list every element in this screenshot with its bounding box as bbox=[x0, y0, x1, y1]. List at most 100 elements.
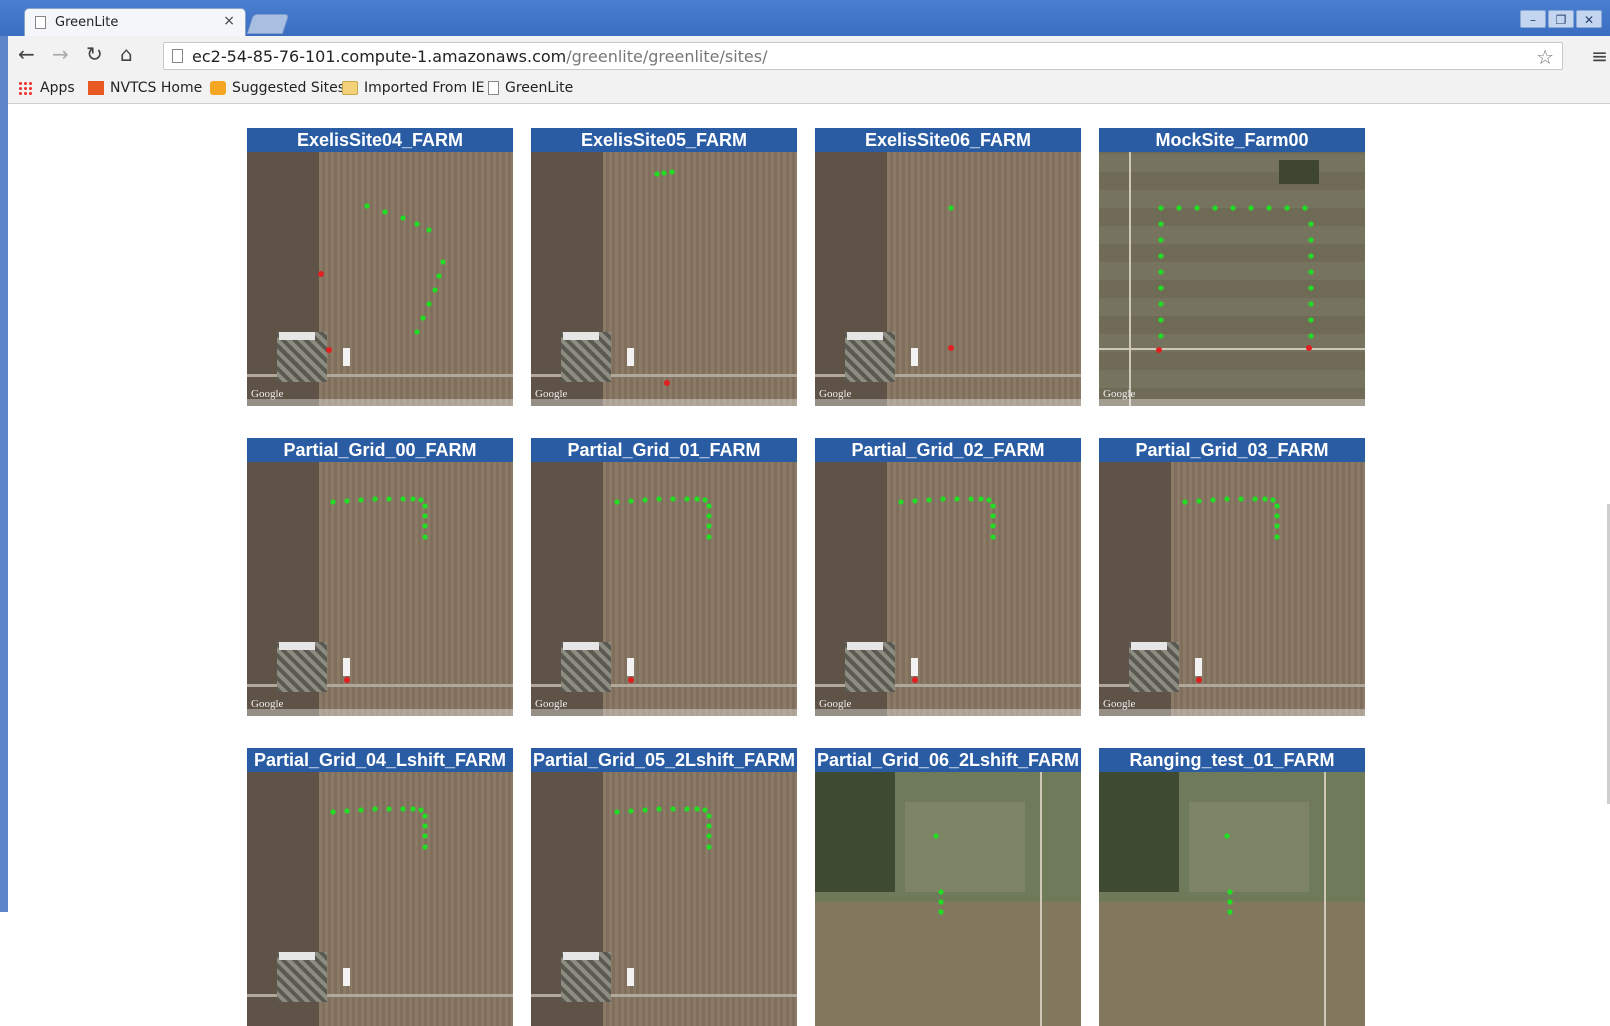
sensor-marker[interactable] bbox=[400, 215, 406, 221]
sensor-marker[interactable] bbox=[418, 807, 424, 813]
sensor-marker[interactable] bbox=[706, 523, 712, 529]
sensor-marker[interactable] bbox=[422, 833, 428, 839]
sensor-marker[interactable] bbox=[344, 498, 350, 504]
satellite-map[interactable] bbox=[1099, 772, 1365, 1026]
sensor-marker[interactable] bbox=[432, 287, 438, 293]
sensor-marker[interactable] bbox=[706, 813, 712, 819]
sensor-marker[interactable] bbox=[422, 844, 428, 850]
sensor-marker[interactable] bbox=[1158, 237, 1164, 243]
sensor-marker[interactable] bbox=[1194, 205, 1200, 211]
sensor-marker[interactable] bbox=[1248, 205, 1254, 211]
sensor-marker[interactable] bbox=[990, 513, 996, 519]
base-station-marker[interactable] bbox=[344, 677, 350, 683]
site-card[interactable]: ExelisSite06_FARM Google bbox=[815, 128, 1081, 406]
sensor-marker[interactable] bbox=[912, 498, 918, 504]
sensor-marker[interactable] bbox=[1302, 205, 1308, 211]
site-card[interactable]: Partial_Grid_05_2Lshift_FARM bbox=[531, 748, 797, 1026]
satellite-map[interactable] bbox=[247, 772, 513, 1026]
sensor-marker[interactable] bbox=[1274, 503, 1280, 509]
sensor-marker[interactable] bbox=[656, 496, 662, 502]
site-title[interactable]: Partial_Grid_01_FARM bbox=[531, 438, 797, 462]
sensor-marker[interactable] bbox=[364, 203, 370, 209]
sensor-marker[interactable] bbox=[628, 808, 634, 814]
satellite-map[interactable]: Google bbox=[247, 462, 513, 716]
site-title[interactable]: Partial_Grid_04_Lshift_FARM bbox=[247, 748, 513, 772]
sensor-marker[interactable] bbox=[422, 513, 428, 519]
sensor-marker[interactable] bbox=[1227, 909, 1233, 915]
sensor-marker[interactable] bbox=[1308, 301, 1314, 307]
satellite-map[interactable]: Google bbox=[531, 462, 797, 716]
base-station-marker[interactable] bbox=[1306, 345, 1312, 351]
sensor-marker[interactable] bbox=[358, 807, 364, 813]
site-title[interactable]: ExelisSite05_FARM bbox=[531, 128, 797, 152]
site-card[interactable]: Partial_Grid_00_FARM Google bbox=[247, 438, 513, 716]
sensor-marker[interactable] bbox=[440, 259, 446, 265]
sensor-marker[interactable] bbox=[940, 496, 946, 502]
sensor-marker[interactable] bbox=[694, 806, 700, 812]
sensor-marker[interactable] bbox=[422, 534, 428, 540]
sensor-marker[interactable] bbox=[628, 498, 634, 504]
site-title[interactable]: Partial_Grid_02_FARM bbox=[815, 438, 1081, 462]
sensor-marker[interactable] bbox=[1210, 497, 1216, 503]
reload-icon[interactable]: ↻ bbox=[86, 44, 103, 64]
sensor-marker[interactable] bbox=[358, 497, 364, 503]
sensor-marker[interactable] bbox=[986, 497, 992, 503]
sensor-marker[interactable] bbox=[386, 806, 392, 812]
sensor-marker[interactable] bbox=[938, 909, 944, 915]
sensor-marker[interactable] bbox=[656, 806, 662, 812]
sensor-marker[interactable] bbox=[1270, 497, 1276, 503]
site-card[interactable]: Partial_Grid_01_FARM Google bbox=[531, 438, 797, 716]
sensor-marker[interactable] bbox=[1158, 285, 1164, 291]
satellite-map[interactable] bbox=[531, 772, 797, 1026]
sensor-marker[interactable] bbox=[1227, 899, 1233, 905]
sensor-marker[interactable] bbox=[1158, 269, 1164, 275]
sensor-marker[interactable] bbox=[706, 534, 712, 540]
sensor-marker[interactable] bbox=[414, 329, 420, 335]
close-window-button[interactable]: ✕ bbox=[1576, 10, 1602, 28]
sensor-marker[interactable] bbox=[426, 227, 432, 233]
sensor-marker[interactable] bbox=[1308, 285, 1314, 291]
sensor-marker[interactable] bbox=[1227, 889, 1233, 895]
sensor-marker[interactable] bbox=[938, 899, 944, 905]
satellite-map[interactable]: Google bbox=[1099, 462, 1365, 716]
satellite-map[interactable]: Google bbox=[815, 152, 1081, 406]
sensor-marker[interactable] bbox=[926, 497, 932, 503]
sensor-marker[interactable] bbox=[702, 497, 708, 503]
site-card[interactable]: ExelisSite04_FARM Google bbox=[247, 128, 513, 406]
sensor-marker[interactable] bbox=[1308, 221, 1314, 227]
sensor-marker[interactable] bbox=[1196, 498, 1202, 504]
base-station-marker[interactable] bbox=[912, 677, 918, 683]
address-bar[interactable]: ec2-54-85-76-101.compute-1.amazonaws.com… bbox=[163, 42, 1563, 70]
sensor-marker[interactable] bbox=[410, 806, 416, 812]
sensor-marker[interactable] bbox=[1212, 205, 1218, 211]
sensor-marker[interactable] bbox=[436, 273, 442, 279]
menu-icon[interactable]: ≡ bbox=[1591, 44, 1608, 68]
sensor-marker[interactable] bbox=[1262, 496, 1268, 502]
sensor-marker[interactable] bbox=[1158, 317, 1164, 323]
bookmark-star-icon[interactable]: ☆ bbox=[1536, 45, 1554, 69]
sensor-marker[interactable] bbox=[1252, 496, 1258, 502]
sensor-marker[interactable] bbox=[1158, 301, 1164, 307]
sensor-marker[interactable] bbox=[1308, 269, 1314, 275]
sensor-marker[interactable] bbox=[1182, 499, 1188, 505]
url-text[interactable]: ec2-54-85-76-101.compute-1.amazonaws.com… bbox=[192, 47, 767, 66]
sensor-marker[interactable] bbox=[330, 499, 336, 505]
restore-button[interactable]: ❐ bbox=[1548, 10, 1574, 28]
sensor-marker[interactable] bbox=[938, 889, 944, 895]
sensor-marker[interactable] bbox=[344, 808, 350, 814]
sensor-marker[interactable] bbox=[706, 833, 712, 839]
sensor-marker[interactable] bbox=[1158, 333, 1164, 339]
site-title[interactable]: ExelisSite06_FARM bbox=[815, 128, 1081, 152]
sensor-marker[interactable] bbox=[1224, 496, 1230, 502]
site-card[interactable]: Partial_Grid_03_FARM Google bbox=[1099, 438, 1365, 716]
bookmark-nvtcs-home[interactable]: NVTCS Home bbox=[88, 80, 202, 96]
sensor-marker[interactable] bbox=[1274, 513, 1280, 519]
sensor-marker[interactable] bbox=[1158, 253, 1164, 259]
base-station-marker[interactable] bbox=[326, 347, 332, 353]
sensor-marker[interactable] bbox=[400, 496, 406, 502]
sensor-marker[interactable] bbox=[614, 809, 620, 815]
sensor-marker[interactable] bbox=[1176, 205, 1182, 211]
sensor-marker[interactable] bbox=[1274, 523, 1280, 529]
base-station-marker[interactable] bbox=[664, 380, 670, 386]
sensor-marker[interactable] bbox=[684, 496, 690, 502]
